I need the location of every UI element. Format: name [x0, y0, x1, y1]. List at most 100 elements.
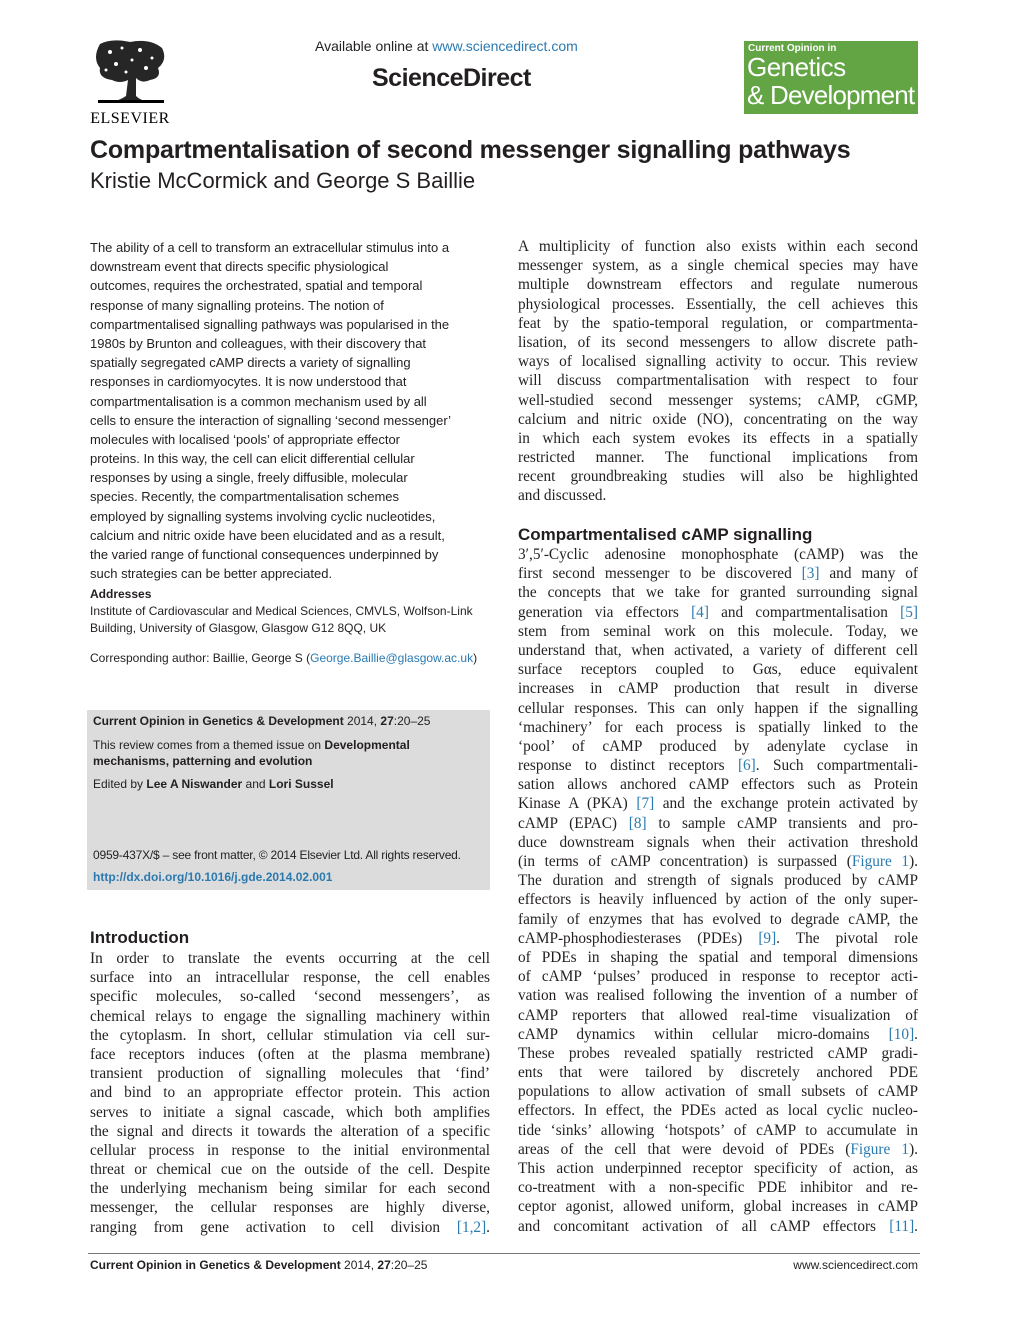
camp-section-body: 3′,5′-Cyclic adenosine monophosphate (cA…: [518, 545, 918, 1236]
text-line: stem from seminal work on this molecule.…: [518, 622, 918, 641]
doi-link[interactable]: http://dx.doi.org/10.1016/j.gde.2014.02.…: [93, 870, 332, 884]
text-line: will discuss compartmentalisation with r…: [518, 372, 918, 390]
sciencedirect-link[interactable]: www.sciencedirect.com: [432, 38, 578, 54]
text-segment: ‘pool’ of cAMP produced by adenylate cyc…: [518, 737, 918, 755]
text-line: compartmentalised signalling pathways wa…: [90, 316, 450, 332]
citation-link[interactable]: [7]: [636, 795, 654, 812]
text-line: restricted manner. The functional implic…: [518, 449, 918, 467]
citation-link[interactable]: [4]: [691, 604, 709, 621]
citation-link[interactable]: [6]: [738, 757, 756, 774]
text-segment: ).: [909, 1140, 918, 1158]
citation-link[interactable]: [5]: [900, 604, 918, 621]
text-line: chemical relays to engage the signalling…: [90, 1007, 490, 1026]
footer-year: 2014,: [340, 1258, 378, 1272]
citation-link[interactable]: [3]: [802, 565, 820, 582]
text-line: the underlying mechanism being similar f…: [90, 1179, 490, 1198]
text-line: compartmentalisation is a common mechani…: [90, 393, 427, 409]
citation-link[interactable]: [8]: [629, 815, 647, 832]
text-segment: family of enzymes that has evolved to de…: [518, 910, 918, 928]
citation-link[interactable]: [11]: [889, 1218, 914, 1235]
citation-link[interactable]: [9]: [758, 930, 776, 947]
right-intro-paragraph: A multiplicity of function also exists w…: [518, 237, 918, 506]
text-segment: .: [486, 1218, 490, 1236]
text-segment: 3′,5′-Cyclic adenosine monophosphate (cA…: [518, 546, 918, 563]
text-segment: the underlying mechanism being similar f…: [90, 1180, 490, 1198]
address-line: Institute of Cardiovascular and Medical …: [90, 604, 473, 618]
article-info-box: Current Opinion in Genetics & Developmen…: [87, 710, 490, 890]
text-segment: effectors. In effect, the PDEs acted as …: [518, 1102, 918, 1120]
text-line: These probes revealed spatially restrict…: [518, 1044, 918, 1063]
text-line: 3′,5′-Cyclic adenosine monophosphate (cA…: [518, 545, 918, 564]
text-segment: face receptors induces (often at the pla…: [90, 1045, 490, 1063]
text-line: the varied range of functional consequen…: [90, 547, 439, 562]
themed-issue-title-1: Developmental: [324, 738, 410, 752]
text-segment: effectors is heavily influenced by actio…: [518, 891, 918, 909]
addresses-heading: Addresses: [90, 587, 152, 601]
text-line: cAMP (EPAC) [8] to sample cAMP transient…: [518, 814, 918, 833]
text-line: cellular process in response to the init…: [90, 1141, 490, 1160]
text-segment: areas of the cell that were devoid of PD…: [518, 1140, 851, 1158]
text-line: first second messenger to be discovered …: [518, 564, 918, 583]
text-line: effectors. In effect, the PDEs acted as …: [518, 1101, 918, 1120]
text-segment: and the exchange protein activated by: [654, 795, 918, 813]
text-line: proteins. In this way, the cell can elic…: [90, 451, 415, 467]
text-line: in which each system evokes its effects …: [518, 429, 918, 447]
text-segment: ents that were tailored by discretely an…: [518, 1064, 918, 1082]
text-segment: the signal and directs it towards the al…: [90, 1122, 490, 1140]
text-line: effectors is heavily influenced by actio…: [518, 890, 918, 909]
text-line: cAMP reporters that allowed real-time vi…: [518, 1006, 918, 1025]
text-line: 1980s by Brunton and colleagues, with th…: [90, 335, 427, 351]
text-segment: cAMP-phosphodiesterases (PDEs): [518, 929, 759, 947]
figure-link[interactable]: Figure 1: [852, 853, 909, 870]
text-line: messenger, the cellular responses are hi…: [90, 1198, 490, 1217]
corresponding-label: Corresponding author: Baillie, George S …: [90, 651, 311, 665]
elsevier-tree-icon: [96, 40, 165, 103]
text-line: calcium and nitric oxide (NO), concentra…: [518, 410, 918, 428]
text-line: ents that were tailored by discretely an…: [518, 1063, 918, 1082]
elsevier-wordmark: ELSEVIER: [90, 110, 170, 127]
text-line: lisation, of its second messengers to al…: [518, 333, 918, 351]
corresponding-email-link[interactable]: George.Baillie@glasgow.ac.uk: [310, 651, 473, 665]
text-line: of PDEs in shaping the spatial and tempo…: [518, 948, 918, 967]
text-segment: surface receptors coupled to Gαs, educe …: [518, 661, 918, 679]
text-line: responses by using a single, freely diff…: [90, 470, 408, 486]
editor-1: Lee A Niswander: [146, 777, 243, 791]
article-authors: Kristie McCormick and George S Baillie: [90, 168, 476, 193]
text-segment: ceptor agonist, allowed uniform, global …: [518, 1198, 918, 1216]
citation-pages: :20–25: [393, 714, 431, 728]
text-line: downstream event that directs specific p…: [90, 259, 389, 275]
citation-link[interactable]: [1,2]: [457, 1219, 486, 1236]
editor-and: and: [242, 777, 269, 791]
elsevier-logo[interactable]: ELSEVIER: [88, 38, 172, 128]
edited-label: Edited by: [93, 777, 147, 791]
text-segment: to sample cAMP transients and pro-: [646, 814, 919, 832]
text-line: and discussed.: [518, 487, 607, 505]
text-segment: The duration and strength of signals pro…: [518, 872, 918, 890]
text-line: the signal and directs it towards the al…: [90, 1122, 490, 1141]
citation-link[interactable]: [10]: [889, 1026, 915, 1043]
citation-year: 2014,: [343, 714, 381, 728]
text-line: employed by signalling systems involving…: [90, 508, 436, 524]
sciencedirect-logo[interactable]: ScienceDirect: [372, 64, 531, 93]
footer-site-link[interactable]: www.sciencedirect.com: [793, 1258, 918, 1272]
footer-site[interactable]: www.sciencedirect.com: [780, 1258, 918, 1272]
text-segment: co-treatment with a non-specific PDE inh…: [518, 1179, 918, 1197]
edited-by: Edited by Lee A Niswander and Lori Susse…: [93, 776, 488, 792]
text-segment: cellular responses. This can only happen…: [518, 699, 918, 717]
text-segment: the concepts that we take for granted su…: [518, 584, 918, 602]
text-segment: sation allows anchored cAMP effectors su…: [518, 776, 918, 794]
text-segment: populations to allow activation of small…: [518, 1083, 918, 1101]
text-segment: cAMP reporters that allowed real-time vi…: [518, 1006, 918, 1024]
text-segment: This action underpinned receptor specifi…: [518, 1160, 918, 1177]
figure-link[interactable]: Figure 1: [850, 1141, 909, 1158]
text-line: sation allows anchored cAMP effectors su…: [518, 775, 918, 794]
journal-badge[interactable]: Current Opinion in Genetics & Developmen…: [744, 41, 918, 114]
text-segment: first second messenger to be discovered: [518, 565, 802, 583]
text-segment: cAMP dynamics within cellular micro-doma…: [518, 1025, 889, 1043]
text-line: cAMP-phosphodiesterases (PDEs) [9]. The …: [518, 929, 918, 948]
text-segment: ).: [909, 853, 918, 870]
introduction-heading: Introduction: [90, 928, 190, 947]
text-line: understand that, when activated, a varie…: [518, 641, 918, 660]
text-line: outcomes, requires the orchestrated, spa…: [90, 278, 423, 294]
text-segment: surface into an intracellular response, …: [90, 969, 490, 987]
